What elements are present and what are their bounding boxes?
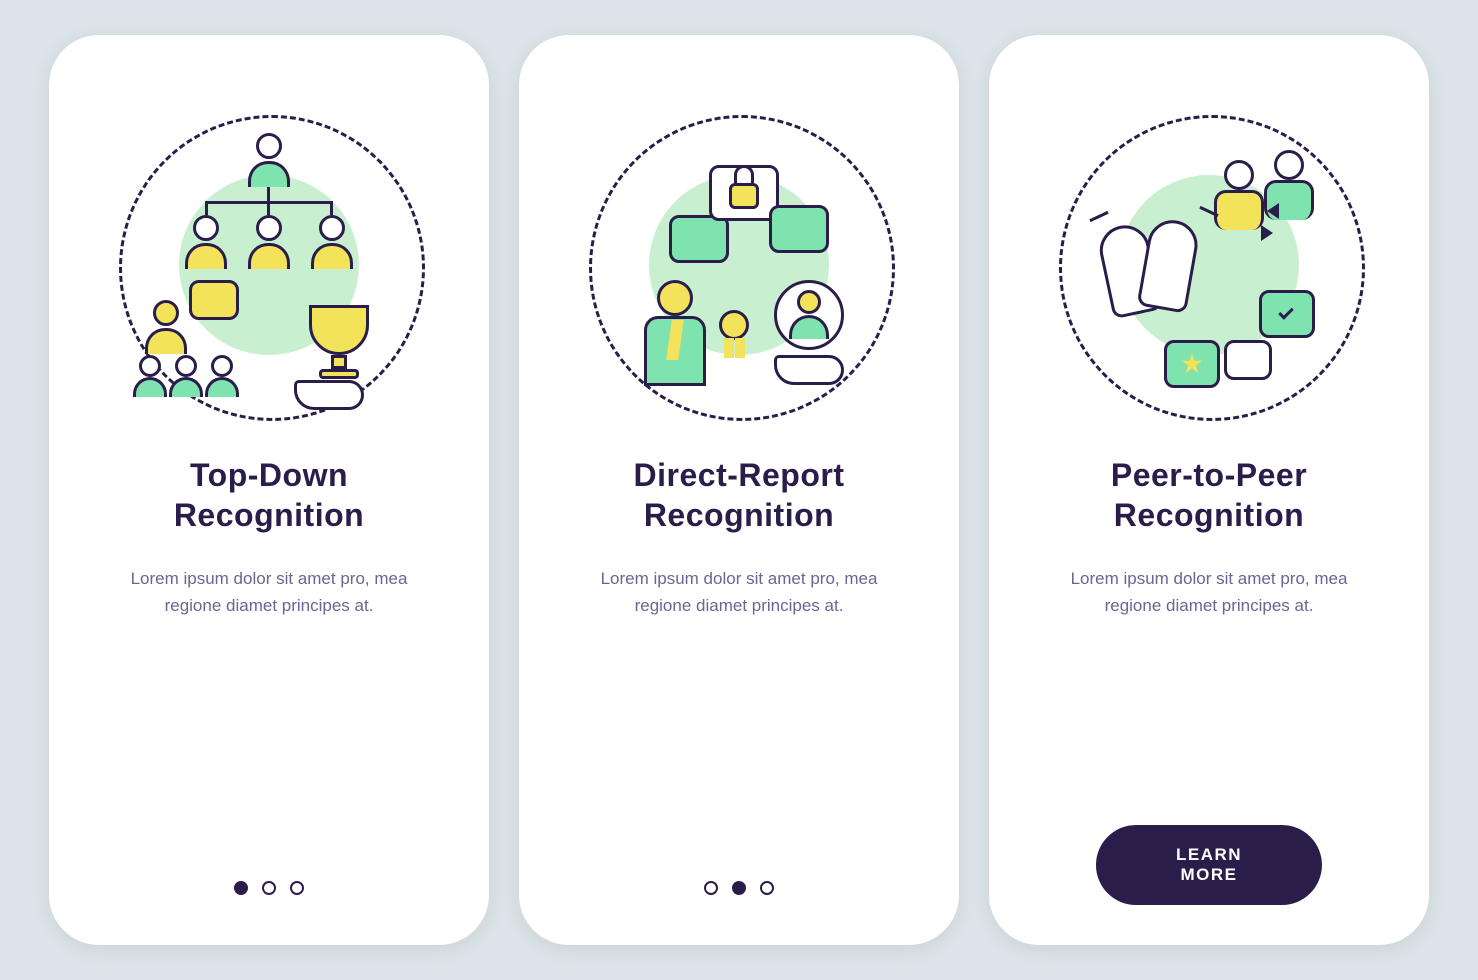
- screen-body: Lorem ipsum dolor sit amet pro, mea regi…: [109, 565, 429, 619]
- pager-dot-1[interactable]: [704, 881, 718, 895]
- pager-dot-2[interactable]: [262, 881, 276, 895]
- pager-dot-1[interactable]: [234, 881, 248, 895]
- onboarding-screens-row: Top-Down Recognition Lorem ipsum dolor s…: [49, 35, 1429, 945]
- screen-title: Direct-Report Recognition: [634, 455, 845, 535]
- title-line1: Peer-to-Peer: [1111, 457, 1307, 493]
- pager-dot-3[interactable]: [760, 881, 774, 895]
- top-down-recognition-icon: [109, 105, 429, 425]
- screen-title: Peer-to-Peer Recognition: [1111, 455, 1307, 535]
- title-line2: Recognition: [644, 497, 834, 533]
- title-line2: Recognition: [174, 497, 364, 533]
- pager-dot-2[interactable]: [732, 881, 746, 895]
- screen-title: Top-Down Recognition: [174, 455, 364, 535]
- screen-body: Lorem ipsum dolor sit amet pro, mea regi…: [579, 565, 899, 619]
- screen-body: Lorem ipsum dolor sit amet pro, mea regi…: [1049, 565, 1369, 619]
- learn-more-button[interactable]: LEARN MORE: [1096, 825, 1322, 905]
- pager-1: [234, 881, 304, 895]
- onboarding-screen-2: Direct-Report Recognition Lorem ipsum do…: [519, 35, 959, 945]
- onboarding-screen-1: Top-Down Recognition Lorem ipsum dolor s…: [49, 35, 489, 945]
- direct-report-recognition-icon: [579, 105, 899, 425]
- pager-dot-3[interactable]: [290, 881, 304, 895]
- title-line2: Recognition: [1114, 497, 1304, 533]
- title-line1: Direct-Report: [634, 457, 845, 493]
- pager-2: [704, 881, 774, 895]
- peer-to-peer-recognition-icon: [1049, 105, 1369, 425]
- title-line1: Top-Down: [190, 457, 348, 493]
- onboarding-screen-3: Peer-to-Peer Recognition Lorem ipsum dol…: [989, 35, 1429, 945]
